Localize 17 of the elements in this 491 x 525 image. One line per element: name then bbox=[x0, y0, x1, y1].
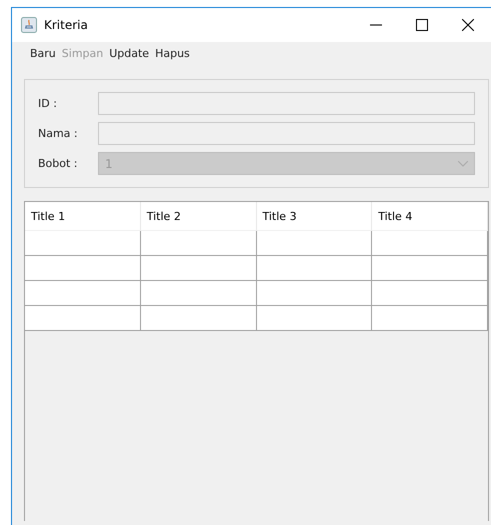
field-label: ID : bbox=[38, 97, 58, 110]
java-cup-icon bbox=[21, 17, 37, 33]
column-header[interactable]: Title 3 bbox=[256, 202, 372, 231]
field-label: Bobot : bbox=[38, 157, 79, 170]
field-label: Nama : bbox=[38, 127, 79, 140]
input-field[interactable] bbox=[98, 122, 475, 145]
close-icon bbox=[462, 19, 474, 31]
column-header[interactable]: Title 2 bbox=[140, 202, 256, 231]
window-title: Kriteria bbox=[44, 18, 89, 32]
column-header[interactable]: Title 4 bbox=[372, 202, 488, 231]
chevron-down-icon bbox=[458, 160, 468, 166]
menu-item[interactable]: Update bbox=[109, 47, 150, 69]
menu-item[interactable]: Hapus bbox=[155, 47, 190, 69]
menu-item[interactable]: Baru bbox=[30, 47, 56, 69]
maximize-icon bbox=[416, 19, 428, 31]
column-header[interactable]: Title 1 bbox=[25, 202, 141, 231]
input-field[interactable] bbox=[98, 92, 475, 115]
